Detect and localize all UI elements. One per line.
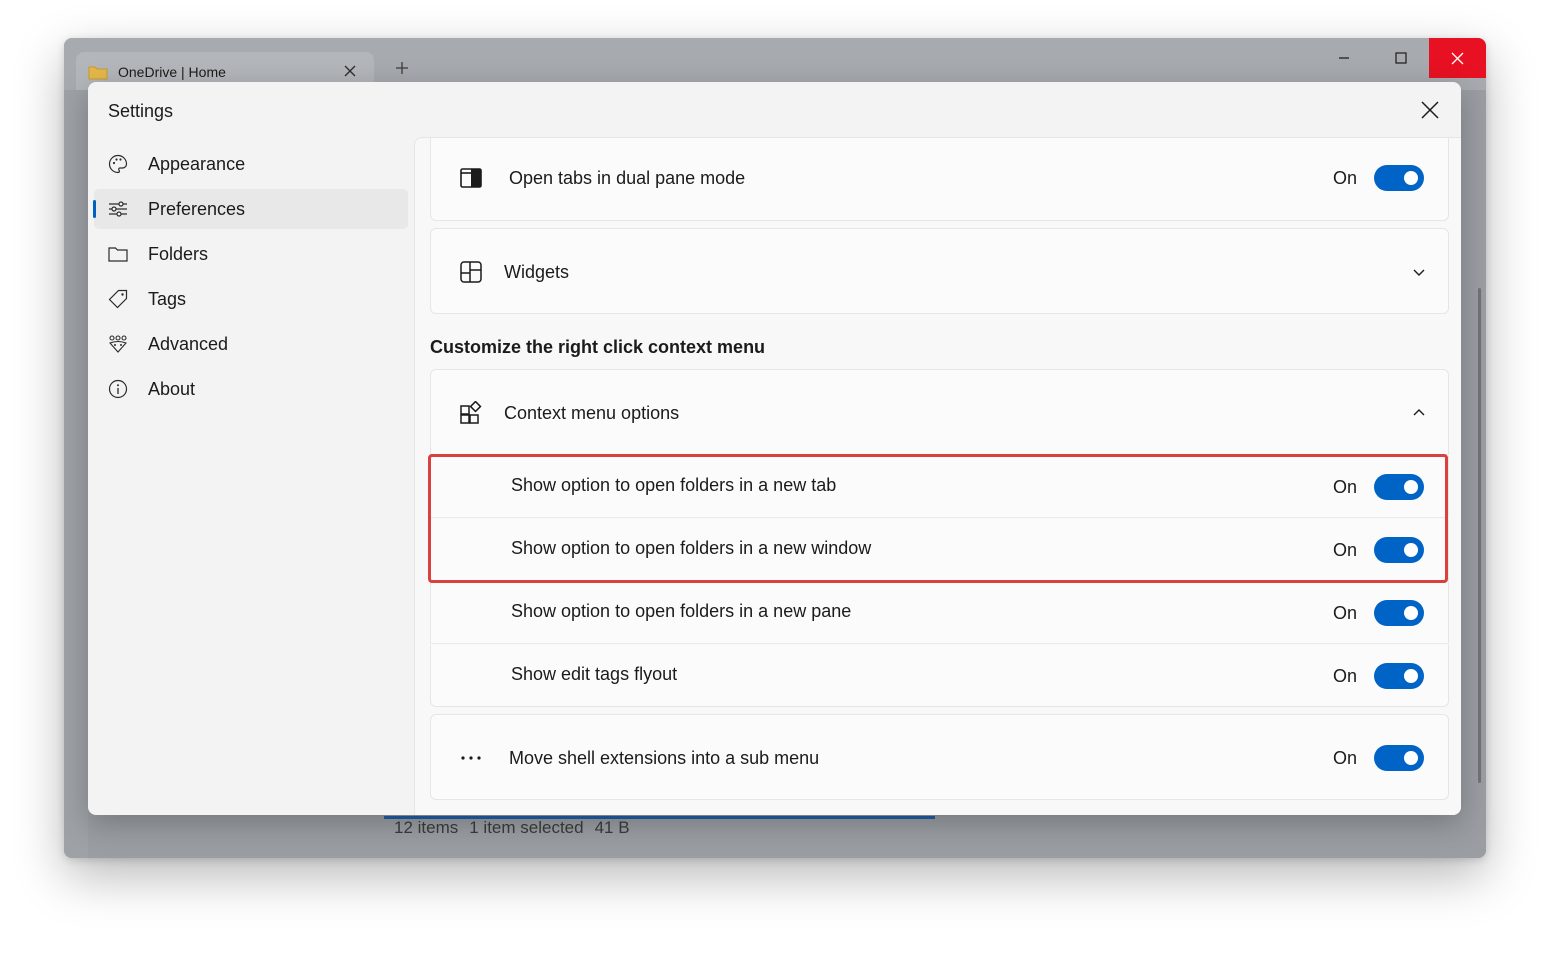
- open-new-window-toggle-group: On: [1333, 537, 1425, 563]
- setting-label: Widgets: [504, 262, 570, 282]
- setting-label: Context menu options: [504, 403, 680, 423]
- nav-item-advanced[interactable]: Advanced: [94, 324, 408, 364]
- tab-title: OneDrive | Home: [118, 64, 226, 80]
- open-new-pane-toggle-group: On: [1333, 600, 1425, 626]
- nav-label: Folders: [148, 243, 209, 264]
- toggle-knob: [1404, 480, 1419, 494]
- toggle-state-text: On: [1333, 602, 1358, 623]
- nav-item-preferences[interactable]: Preferences: [93, 189, 408, 229]
- window-close-button[interactable]: [1429, 38, 1486, 78]
- toggle-state-text: On: [1333, 167, 1358, 188]
- nav-label: Advanced: [148, 333, 229, 354]
- nav-item-folders[interactable]: Folders: [94, 234, 408, 274]
- setting-context-menu-options[interactable]: Context menu options: [430, 369, 1449, 455]
- shell-extensions-toggle[interactable]: [1374, 745, 1425, 771]
- setting-label: Open tabs in dual pane mode: [509, 168, 746, 188]
- nav-label: Appearance: [148, 153, 246, 174]
- status-item-count: 12 items: [394, 818, 459, 837]
- advanced-icon: [108, 334, 128, 354]
- toggle-state-text: On: [1333, 476, 1358, 497]
- new-tab-icon[interactable]: [394, 60, 410, 76]
- maximize-button[interactable]: [1372, 38, 1429, 78]
- toggle-knob: [1404, 171, 1419, 185]
- sliders-icon: [108, 199, 128, 219]
- app-sidebar-strip: [64, 90, 88, 858]
- setting-label: Show option to open folders in a new pan…: [511, 601, 852, 621]
- setting-dual-pane: Open tabs in dual pane mode On: [430, 138, 1449, 221]
- dialog-title: Settings: [108, 101, 174, 121]
- status-bar: 12 items 1 item selected 41 B: [394, 818, 630, 838]
- setting-label: Show edit tags flyout: [511, 664, 678, 684]
- open-new-tab-toggle-group: On: [1333, 474, 1425, 500]
- app-scrollbar[interactable]: [1478, 288, 1481, 783]
- more-icon: [459, 746, 483, 770]
- close-tab-icon[interactable]: [342, 63, 358, 79]
- minimize-button[interactable]: [1315, 38, 1372, 78]
- section-heading: Customize the right click context menu: [430, 337, 766, 357]
- chevron-up-icon[interactable]: [1411, 405, 1427, 421]
- context-menu-icon: [459, 401, 483, 425]
- nav-label: Tags: [148, 288, 187, 309]
- nav-label: About: [148, 378, 196, 399]
- folder-icon: [108, 244, 128, 264]
- dialog-close-icon[interactable]: [1419, 99, 1441, 121]
- setting-label: Move shell extensions into a sub menu: [509, 748, 820, 768]
- toggle-knob: [1404, 543, 1419, 557]
- nav-label: Preferences: [148, 198, 246, 219]
- tag-icon: [108, 289, 128, 309]
- edit-tags-toggle[interactable]: [1374, 663, 1425, 689]
- setting-open-new-tab: Show option to open folders in a new tab…: [430, 456, 1449, 518]
- settings-content: Open tabs in dual pane mode On Widgets C…: [414, 137, 1461, 815]
- toggle-knob: [1404, 751, 1419, 765]
- setting-shell-extensions: Move shell extensions into a sub menu On: [430, 714, 1449, 800]
- nav-item-tags[interactable]: Tags: [94, 279, 408, 319]
- shell-extensions-toggle-group: On: [1333, 745, 1425, 771]
- dual-pane-toggle-group: On: [1333, 165, 1425, 191]
- toggle-knob: [1404, 606, 1419, 620]
- open-new-window-toggle[interactable]: [1374, 537, 1425, 563]
- settings-nav: Appearance Preferences Folders Tags Adva…: [88, 144, 414, 414]
- setting-edit-tags-flyout: Show edit tags flyout On: [430, 645, 1449, 707]
- status-size: 41 B: [594, 818, 630, 837]
- status-selection: 1 item selected: [469, 818, 584, 837]
- toggle-knob: [1404, 669, 1419, 683]
- setting-label: Show option to open folders in a new win…: [511, 538, 872, 558]
- folder-icon: [88, 65, 108, 80]
- edit-tags-toggle-group: On: [1333, 663, 1425, 689]
- settings-dialog: Settings Appearance Preferences Folders: [88, 82, 1461, 815]
- nav-item-about[interactable]: About: [94, 369, 408, 409]
- setting-open-new-pane: Show option to open folders in a new pan…: [430, 582, 1449, 644]
- toggle-state-text: On: [1333, 747, 1358, 768]
- open-new-tab-toggle[interactable]: [1374, 474, 1425, 500]
- info-icon: [108, 379, 128, 399]
- dual-pane-toggle[interactable]: [1374, 165, 1425, 191]
- palette-icon: [108, 154, 128, 174]
- chevron-down-icon[interactable]: [1411, 264, 1427, 280]
- setting-widgets[interactable]: Widgets: [430, 228, 1449, 314]
- toggle-state-text: On: [1333, 665, 1358, 686]
- toggle-state-text: On: [1333, 539, 1358, 560]
- setting-label: Show option to open folders in a new tab: [511, 475, 837, 495]
- nav-item-appearance[interactable]: Appearance: [94, 144, 408, 184]
- widgets-icon: [459, 260, 483, 284]
- open-new-pane-toggle[interactable]: [1374, 600, 1425, 626]
- dual-pane-icon: [459, 166, 483, 190]
- setting-open-new-window: Show option to open folders in a new win…: [430, 519, 1449, 581]
